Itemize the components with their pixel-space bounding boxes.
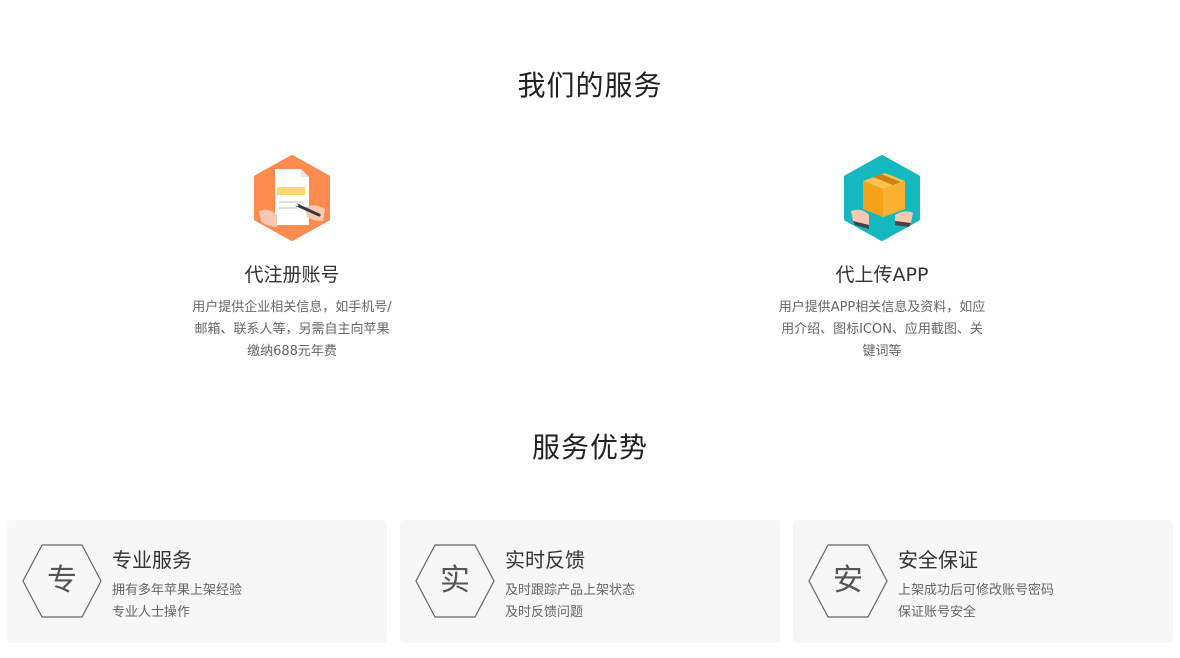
advantage-description: 上架成功后可修改账号密码 保证账号安全 bbox=[898, 580, 1054, 624]
advantage-title: 安全保证 bbox=[898, 548, 978, 572]
advantage-card-realtime: 实 实时反馈 及时跟踪产品上架状态 及时反馈问题 bbox=[400, 520, 780, 643]
description-line: 拥有多年苹果上架经验 bbox=[112, 583, 243, 598]
advantage-description: 拥有多年苹果上架经验 专业人士操作 bbox=[112, 580, 242, 624]
service-description: 用户提供APP相关信息及资料，如应 用介绍、图标ICON、应用截图、关 键词等 bbox=[769, 297, 995, 363]
service-title: 代上传APP bbox=[835, 264, 929, 286]
description-line: 键词等 bbox=[862, 344, 902, 359]
advantage-card-security: 安 安全保证 上架成功后可修改账号密码 保证账号安全 bbox=[793, 520, 1173, 643]
description-line: 用户提供企业相关信息，如手机号/ bbox=[192, 300, 392, 315]
advantage-title: 专业服务 bbox=[112, 548, 192, 572]
hexagon-badge: 安 bbox=[808, 544, 888, 618]
package-box-icon bbox=[844, 155, 920, 241]
advantage-title: 实时反馈 bbox=[505, 548, 585, 572]
document-sign-icon bbox=[254, 155, 330, 241]
description-line: 及时跟踪产品上架状态 bbox=[505, 583, 636, 598]
description-line: 用介绍、图标ICON、应用截图、关 bbox=[781, 322, 983, 337]
badge-character: 专 bbox=[47, 563, 77, 598]
services-section-title: 我们的服务 bbox=[517, 69, 663, 102]
hexagon-badge: 专 bbox=[22, 544, 102, 618]
description-line: 邮箱、联系人等，另需自主向苹果 bbox=[194, 322, 390, 337]
service-title: 代注册账号 bbox=[244, 264, 340, 286]
badge-character: 安 bbox=[833, 563, 863, 598]
description-line: 用户提供APP相关信息及资料，如应 bbox=[778, 300, 986, 315]
description-line: 专业人士操作 bbox=[112, 605, 191, 620]
service-upload-app: 代上传APP 用户提供APP相关信息及资料，如应 用介绍、图标ICON、应用截图… bbox=[752, 155, 1012, 363]
advantage-description: 及时跟踪产品上架状态 及时反馈问题 bbox=[505, 580, 635, 624]
badge-character: 实 bbox=[440, 563, 470, 598]
service-register-account: 代注册账号 用户提供企业相关信息，如手机号/ 邮箱、联系人等，另需自主向苹果 缴… bbox=[162, 155, 422, 363]
service-description: 用户提供企业相关信息，如手机号/ 邮箱、联系人等，另需自主向苹果 缴纳688元年… bbox=[179, 297, 405, 363]
advantage-card-professional: 专 专业服务 拥有多年苹果上架经验 专业人士操作 bbox=[7, 520, 387, 643]
description-line: 保证账号安全 bbox=[898, 605, 977, 620]
description-line: 及时反馈问题 bbox=[505, 605, 584, 620]
description-line: 上架成功后可修改账号密码 bbox=[898, 583, 1055, 598]
advantages-section-title: 服务优势 bbox=[531, 431, 648, 464]
page: 我们的服务 代注册账号 用户提供企业相关信息，如手机号/ 邮箱、联系人等，另需自… bbox=[0, 0, 1180, 658]
description-line: 缴纳688元年费 bbox=[247, 344, 337, 359]
hexagon-badge: 实 bbox=[415, 544, 495, 618]
